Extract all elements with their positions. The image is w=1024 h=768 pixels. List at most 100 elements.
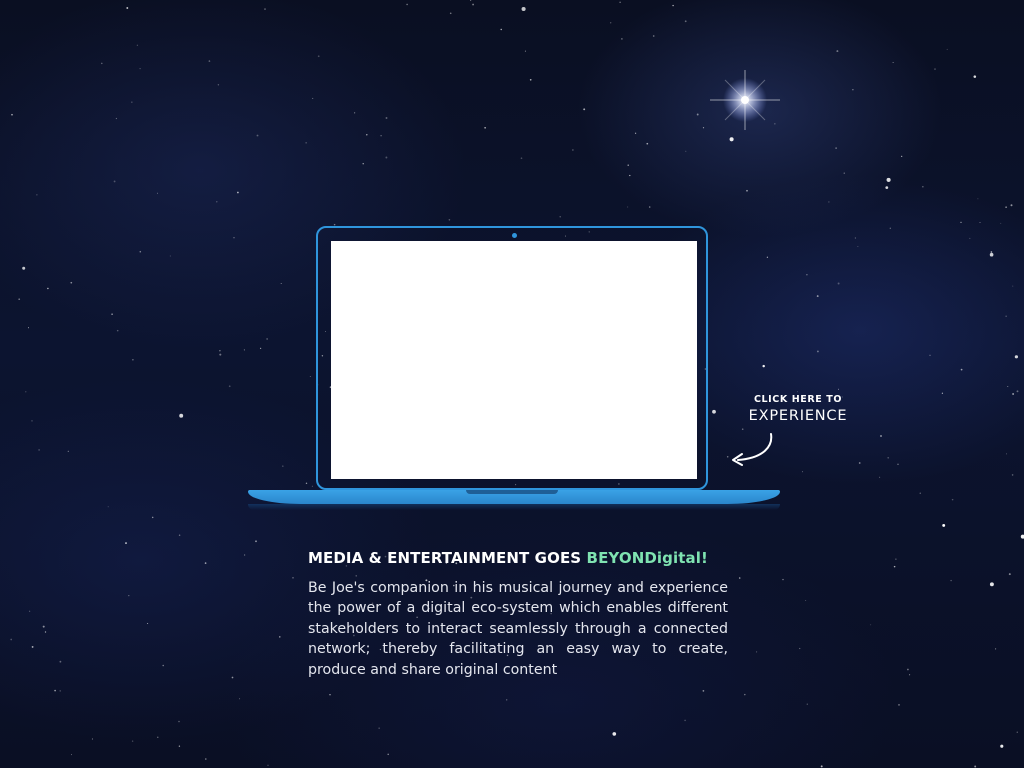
star	[136, 44, 139, 46]
star	[529, 78, 532, 81]
star	[960, 368, 963, 371]
headline-brand: BEYONDigital!	[586, 549, 708, 567]
star	[738, 577, 741, 579]
star	[131, 101, 133, 103]
star	[178, 745, 181, 747]
star	[116, 329, 119, 332]
star	[101, 62, 103, 65]
star	[472, 3, 475, 6]
star	[18, 298, 21, 301]
cta-line-2: EXPERIENCE	[748, 408, 848, 424]
star	[178, 720, 180, 723]
star	[387, 753, 389, 756]
star	[629, 174, 631, 177]
star	[44, 631, 47, 633]
star	[239, 698, 241, 700]
star	[820, 765, 823, 768]
star	[619, 1, 621, 3]
star	[907, 668, 909, 671]
laptop-screen[interactable]	[331, 241, 697, 479]
star	[1005, 206, 1007, 208]
star	[366, 134, 368, 136]
star	[1016, 390, 1019, 393]
star	[1011, 474, 1014, 476]
star	[1010, 204, 1013, 207]
star	[989, 252, 994, 257]
star	[995, 648, 997, 650]
star	[385, 117, 388, 119]
star	[1000, 744, 1004, 748]
star	[1014, 355, 1019, 359]
star	[204, 562, 207, 564]
star	[612, 732, 617, 736]
star	[329, 694, 331, 696]
star	[279, 636, 281, 638]
star	[960, 221, 962, 224]
star	[854, 237, 856, 239]
star	[178, 534, 181, 536]
star	[837, 388, 840, 390]
star	[702, 127, 705, 129]
star	[31, 420, 33, 422]
star	[929, 354, 931, 356]
star	[879, 476, 881, 478]
star	[1008, 573, 1011, 576]
star	[31, 645, 34, 648]
star	[27, 327, 30, 329]
star	[179, 413, 184, 418]
star	[572, 149, 574, 151]
star	[942, 523, 946, 527]
laptop-base-shadow	[248, 504, 780, 510]
star	[805, 599, 807, 601]
star	[205, 758, 207, 760]
star	[893, 565, 896, 568]
star	[796, 391, 798, 393]
star	[380, 134, 382, 137]
star	[107, 506, 109, 508]
star	[806, 703, 808, 705]
star	[1016, 731, 1018, 733]
star	[901, 155, 903, 157]
star	[448, 219, 451, 221]
star	[111, 313, 113, 316]
webcam-dot	[512, 233, 517, 238]
star	[886, 177, 891, 182]
star	[126, 7, 129, 9]
star	[115, 117, 118, 120]
headline: MEDIA & ENTERTAINMENT GOES BEYONDigital!	[308, 547, 728, 569]
star	[216, 201, 218, 203]
star	[627, 206, 629, 208]
star	[169, 255, 171, 257]
star	[652, 35, 655, 37]
star	[139, 67, 141, 70]
star	[801, 471, 804, 473]
star	[583, 108, 586, 111]
star	[1000, 222, 1002, 224]
star	[746, 189, 748, 192]
laptop-base-notch	[466, 490, 558, 494]
star	[684, 719, 686, 722]
star	[934, 68, 936, 70]
star	[506, 699, 508, 701]
star	[255, 540, 257, 543]
star	[646, 142, 649, 145]
click-to-experience-button[interactable]: CLICK HERE TO EXPERIENCE	[732, 394, 860, 470]
star	[256, 134, 259, 137]
star	[887, 456, 890, 459]
star	[836, 50, 839, 53]
star	[59, 690, 61, 692]
star	[1005, 453, 1008, 455]
star	[36, 194, 38, 196]
laptop-illustration	[248, 226, 780, 510]
star	[113, 180, 116, 183]
star	[362, 163, 364, 165]
star	[685, 150, 687, 152]
star	[406, 3, 408, 6]
star	[782, 578, 784, 581]
headline-prefix: MEDIA & ENTERTAINMENT GOES	[308, 549, 587, 567]
star	[267, 764, 269, 766]
star	[702, 690, 705, 692]
star	[799, 647, 801, 650]
star	[131, 740, 134, 742]
star	[806, 273, 808, 276]
